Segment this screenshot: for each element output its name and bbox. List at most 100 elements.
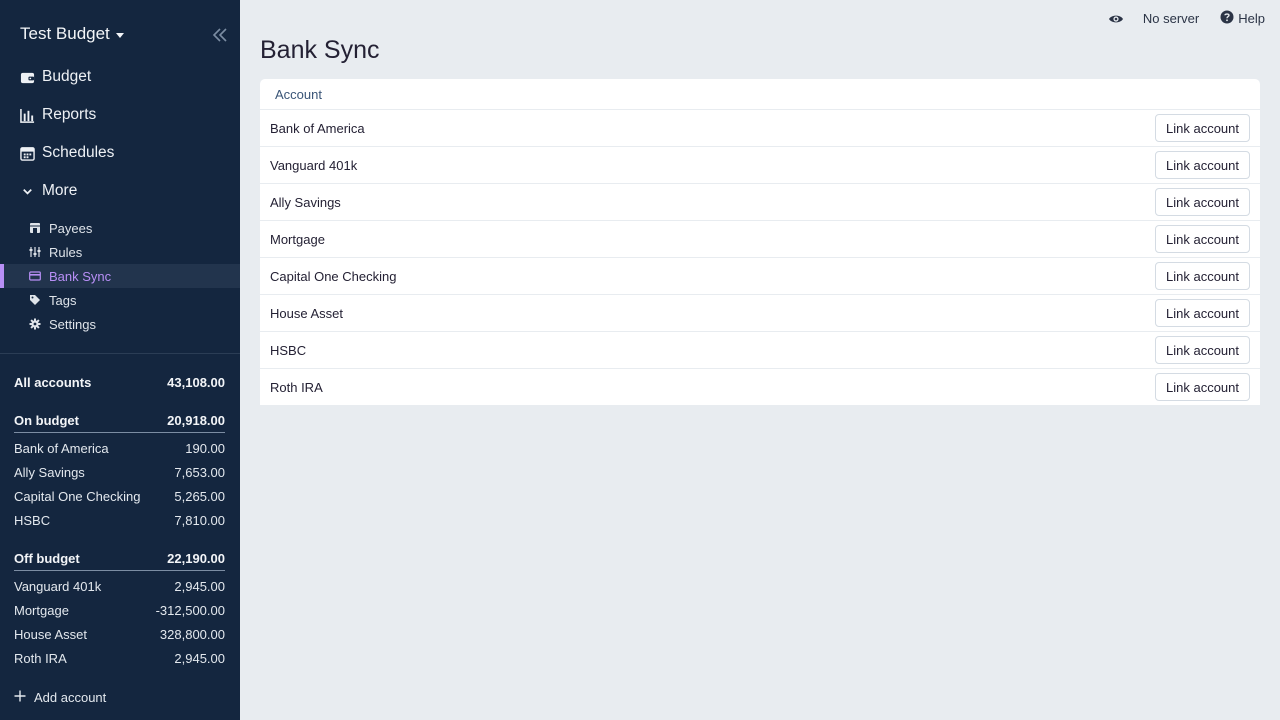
nav-label: Reports <box>42 106 97 123</box>
store-icon <box>29 222 41 234</box>
account-amount: -312,500.00 <box>155 602 225 618</box>
link-account-button[interactable]: Link account <box>1155 188 1250 216</box>
help-label: Help <box>1238 11 1265 26</box>
link-account-button[interactable]: Link account <box>1155 225 1250 253</box>
link-account-button[interactable]: Link account <box>1155 114 1250 142</box>
tag-icon <box>29 294 41 306</box>
account-name: HSBC <box>14 512 51 528</box>
account-row[interactable]: Vanguard 401k 2,945.00 <box>14 574 225 598</box>
table-row: Bank of America Link account <box>260 110 1260 147</box>
account-name-cell: HSBC <box>270 342 307 358</box>
credit-card-icon <box>29 270 41 282</box>
account-row[interactable]: HSBC 7,810.00 <box>14 508 225 532</box>
page-title: Bank Sync <box>260 36 380 64</box>
account-amount: 43,108.00 <box>167 374 225 390</box>
nav-budget[interactable]: Budget <box>0 58 240 96</box>
account-amount: 7,810.00 <box>174 512 225 528</box>
help-button[interactable]: Help <box>1220 10 1265 27</box>
nav-more[interactable]: More <box>0 172 240 210</box>
nav-reports[interactable]: Reports <box>0 96 240 134</box>
account-name: Mortgage <box>14 602 69 618</box>
account-name-cell: Mortgage <box>270 231 325 247</box>
account-name-cell: Capital One Checking <box>270 268 397 284</box>
gear-icon <box>29 318 41 330</box>
account-row[interactable]: Roth IRA 2,945.00 <box>14 646 225 670</box>
account-name-cell: Vanguard 401k <box>270 157 358 173</box>
sidebar-item-bank-sync[interactable]: Bank Sync <box>0 264 240 288</box>
topbar: No server Help <box>1108 10 1265 27</box>
bar-chart-icon <box>19 107 35 123</box>
calendar-icon <box>19 145 35 161</box>
group-amount: 22,190.00 <box>167 551 225 566</box>
off-budget-group[interactable]: Off budget 22,190.00 <box>14 547 225 571</box>
table-row: HSBC Link account <box>260 332 1260 369</box>
eye-icon[interactable] <box>1108 11 1124 27</box>
link-account-button[interactable]: Link account <box>1155 262 1250 290</box>
account-row[interactable]: Bank of America 190.00 <box>14 436 225 460</box>
account-amount: 328,800.00 <box>159 626 225 642</box>
budget-name: Test Budget <box>20 24 110 43</box>
on-budget-group[interactable]: On budget 20,918.00 <box>14 409 225 433</box>
plus-icon <box>14 690 26 705</box>
account-amount: 2,945.00 <box>174 650 225 666</box>
add-account-label: Add account <box>34 690 107 705</box>
link-account-button[interactable]: Link account <box>1155 151 1250 179</box>
account-row[interactable]: Ally Savings 7,653.00 <box>14 460 225 484</box>
accounts-list: All accounts 43,108.00 On budget 20,918.… <box>14 370 225 670</box>
account-amount: 5,265.00 <box>174 488 225 504</box>
table-row: Ally Savings Link account <box>260 184 1260 221</box>
account-row[interactable]: Mortgage -312,500.00 <box>14 598 225 622</box>
sidebar-item-rules[interactable]: Rules <box>0 240 240 264</box>
account-row[interactable]: Capital One Checking 5,265.00 <box>14 484 225 508</box>
nav-schedules[interactable]: Schedules <box>0 134 240 172</box>
chevron-down-icon <box>19 183 35 199</box>
caret-down-icon <box>115 32 124 38</box>
account-row[interactable]: House Asset 328,800.00 <box>14 622 225 646</box>
group-name: Off budget <box>14 551 80 566</box>
link-account-button[interactable]: Link account <box>1155 336 1250 364</box>
link-account-button[interactable]: Link account <box>1155 299 1250 327</box>
column-header-account: Account <box>275 86 322 102</box>
link-account-button[interactable]: Link account <box>1155 373 1250 401</box>
sidebar-item-payees[interactable]: Payees <box>0 216 240 240</box>
group-name: On budget <box>14 413 79 428</box>
sidebar-item-tags[interactable]: Tags <box>0 288 240 312</box>
sidebar-divider <box>0 353 240 354</box>
nav-label: More <box>42 182 78 199</box>
account-amount: 2,945.00 <box>174 578 225 594</box>
help-icon <box>1220 10 1234 27</box>
account-name: All accounts <box>14 374 92 390</box>
main-content: No server Help Bank Sync Account Bank of… <box>240 0 1280 720</box>
table-row: Roth IRA Link account <box>260 369 1260 406</box>
account-name: Ally Savings <box>14 464 85 480</box>
sidebar: Test Budget Budget Reports Schedules Mor… <box>0 0 240 720</box>
account-name: Capital One Checking <box>14 488 141 504</box>
sidebar-item-label: Rules <box>49 244 83 260</box>
group-amount: 20,918.00 <box>167 413 225 428</box>
sidebar-item-settings[interactable]: Settings <box>0 312 240 336</box>
sidebar-item-label: Tags <box>49 292 77 308</box>
account-name-cell: House Asset <box>270 305 343 321</box>
table-row: Vanguard 401k Link account <box>260 147 1260 184</box>
account-name: Bank of America <box>14 440 109 456</box>
sliders-icon <box>29 246 41 258</box>
sidebar-item-label: Payees <box>49 220 93 236</box>
account-name-cell: Roth IRA <box>270 379 323 395</box>
account-name-cell: Bank of America <box>270 120 365 136</box>
nav-label: Schedules <box>42 144 115 161</box>
budget-switcher[interactable]: Test Budget <box>20 24 124 44</box>
account-name: Roth IRA <box>14 650 67 666</box>
all-accounts-row[interactable]: All accounts 43,108.00 <box>14 370 225 394</box>
sidebar-item-label: Settings <box>49 316 96 332</box>
account-name-cell: Ally Savings <box>270 194 341 210</box>
table-row: House Asset Link account <box>260 295 1260 332</box>
account-amount: 190.00 <box>185 440 225 456</box>
nav-label: Budget <box>42 68 92 85</box>
server-status-button[interactable]: No server <box>1143 11 1199 26</box>
add-account-button[interactable]: Add account <box>14 690 106 705</box>
collapse-sidebar-icon[interactable] <box>210 26 230 44</box>
account-amount: 7,653.00 <box>174 464 225 480</box>
bank-sync-table: Account Bank of America Link account Van… <box>260 79 1260 406</box>
table-header: Account <box>260 79 1260 110</box>
account-name: House Asset <box>14 626 87 642</box>
